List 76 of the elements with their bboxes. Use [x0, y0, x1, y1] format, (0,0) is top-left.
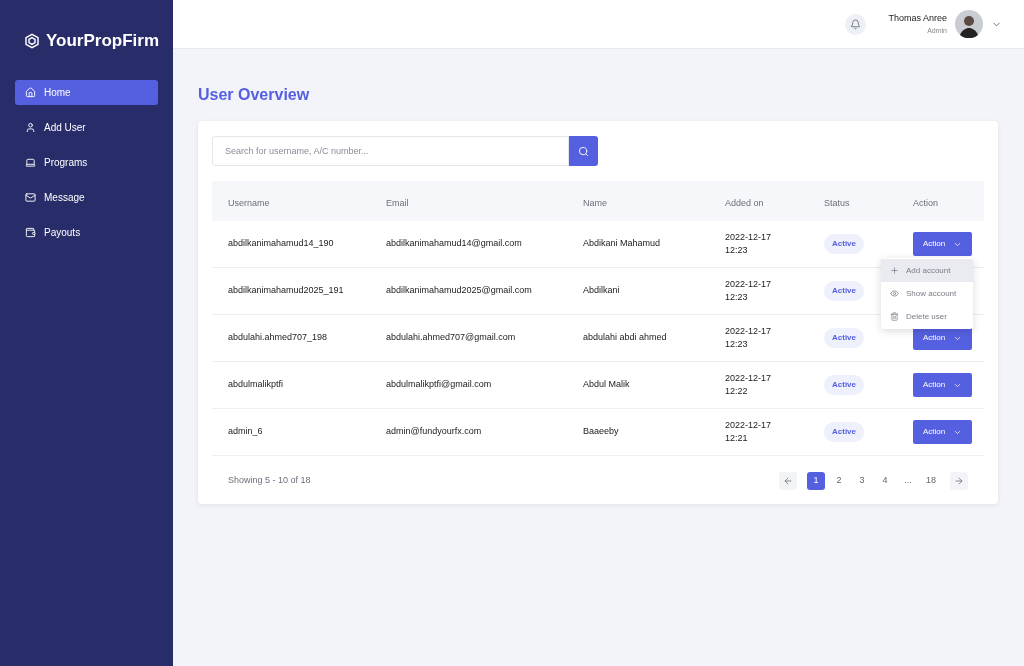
eye-icon: [890, 289, 899, 298]
page-button[interactable]: 2: [830, 472, 848, 490]
table-cell-text: 12:23: [725, 291, 749, 304]
status-badge: Active: [824, 328, 864, 348]
table-cell-text: 2022-12-17: [725, 419, 773, 432]
table-cell-text: 2022-12-17: [725, 278, 773, 291]
table-cell: admin_6: [228, 426, 263, 437]
status-badge: Active: [824, 375, 864, 395]
table-cell-text: 12:23: [725, 338, 749, 351]
page-button[interactable]: 1: [807, 472, 825, 490]
sidebar-item[interactable]: Message: [15, 184, 158, 210]
menu-item[interactable]: Show account: [881, 282, 973, 305]
page-button[interactable]: 4: [876, 472, 894, 490]
search-icon: [578, 145, 589, 157]
logo-icon: [24, 32, 40, 49]
avatar: [955, 10, 983, 38]
table-cell: Abdikani Mahamud: [583, 238, 661, 249]
table-cell: abdilkanimahamud14@gmail.com: [386, 238, 522, 249]
table-cell: abdulmalikptfi@gmail.com: [386, 379, 492, 390]
wallet-icon: [25, 226, 36, 238]
laptop-icon: [25, 156, 36, 168]
search-button[interactable]: [569, 136, 598, 166]
pagination-summary: Showing 5 - 10 of 18: [228, 474, 311, 488]
trash-icon: [890, 312, 899, 321]
plus-icon: [890, 266, 899, 275]
sidebar-item[interactable]: Home: [15, 79, 158, 105]
next-page-button[interactable]: [950, 472, 968, 490]
page-button[interactable]: ...: [899, 472, 917, 490]
bell-icon: [850, 18, 862, 30]
arrow-left-icon: [783, 476, 793, 486]
action-button[interactable]: Action: [913, 420, 973, 444]
table-cell: Abdilkani: [583, 285, 620, 296]
search-field[interactable]: Search for username, A/C number...: [212, 136, 569, 166]
page-button[interactable]: 18: [922, 472, 940, 490]
sidebar-item[interactable]: Add User: [15, 114, 158, 140]
table-cell-text: 2022-12-17: [725, 325, 773, 338]
sidebar-item[interactable]: Programs: [15, 149, 158, 175]
table-cell-text: 12:21: [725, 432, 749, 445]
table-cell: abdilkanimahamud2025@gmail.com: [386, 285, 532, 296]
arrow-right-icon: [954, 476, 964, 486]
brand-name: YourPropFirm: [46, 30, 160, 52]
user-icon: [25, 121, 36, 133]
table-cell: admin@fundyourfx.com: [386, 426, 482, 437]
column-header: Username: [228, 198, 270, 208]
page-button[interactable]: 3: [853, 472, 871, 490]
table-cell-text: 12:23: [725, 244, 749, 257]
table-cell: abdilkanimahamud14_190: [228, 238, 334, 249]
table-cell-text: 12:22: [725, 385, 749, 398]
column-header: Added on: [725, 198, 764, 208]
column-header: Name: [583, 198, 607, 208]
previous-page-button[interactable]: [779, 472, 797, 490]
column-header: Email: [386, 198, 409, 208]
home-icon: [25, 86, 36, 98]
table-cell: abdulahi.ahmed707@gmail.com: [386, 332, 516, 343]
sidebar-item[interactable]: Payouts: [15, 219, 158, 245]
mail-icon: [25, 191, 36, 203]
status-badge: Active: [824, 422, 864, 442]
table-cell: abdulahi.ahmed707_198: [228, 332, 328, 343]
status-badge: Active: [824, 234, 864, 254]
table-cell-text: 2022-12-17: [725, 231, 773, 244]
action-button[interactable]: Action: [913, 232, 973, 256]
menu-item[interactable]: Add account: [881, 259, 973, 282]
table-cell: Baaeeby: [583, 426, 619, 437]
menu-item[interactable]: Delete user: [881, 305, 973, 328]
column-header: Status: [824, 198, 850, 208]
table-cell: abdulahi abdi ahmed: [583, 332, 667, 343]
table-cell-text: 2022-12-17: [725, 372, 773, 385]
column-header: Action: [913, 198, 938, 208]
table-cell: abdulmalikptfi: [228, 379, 284, 390]
page-title: User Overview: [198, 85, 311, 105]
action-button[interactable]: Action: [913, 373, 973, 397]
table-cell: Abdul Malik: [583, 379, 630, 390]
status-badge: Active: [824, 281, 864, 301]
notification-button[interactable]: [845, 13, 867, 35]
table-cell: abdilkanimahamud2025_191: [228, 285, 344, 296]
user-name: Thomas Anree: [888, 12, 947, 25]
